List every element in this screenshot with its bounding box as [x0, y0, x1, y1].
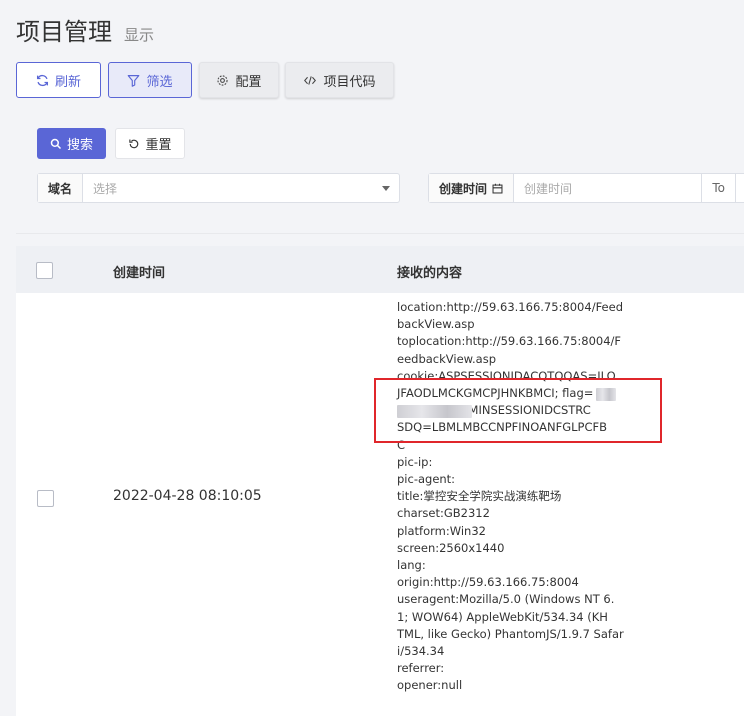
page-subtitle: 显示	[124, 26, 155, 44]
code-icon	[304, 75, 317, 85]
reset-button[interactable]: 重置	[115, 128, 185, 159]
content-line: backView.asp	[397, 317, 475, 332]
content-line: title:掌控安全学院实战演练靶场	[397, 489, 562, 504]
search-label: 搜索	[66, 138, 93, 153]
project-code-label: 项目代码	[323, 74, 376, 90]
caret-down-icon	[382, 186, 390, 191]
calendar-icon	[492, 183, 503, 193]
undo-icon	[129, 139, 139, 148]
content-line: screen:2560x1440	[397, 540, 505, 555]
created-time-label: 创建时间	[429, 174, 515, 202]
domain-select[interactable]: 域名 选择	[37, 173, 400, 203]
search-button[interactable]: 搜索	[37, 128, 106, 159]
content-line: eedbackView.asp	[397, 351, 497, 366]
content-line: TML, like Gecko) PhantomJS/1.9.7 Safar	[397, 626, 624, 641]
column-header-created: 创建时间	[113, 266, 166, 281]
content-line: i/534.34	[397, 644, 445, 659]
content-line: charset:GB2312	[397, 506, 490, 521]
domain-label: 域名	[38, 174, 84, 202]
content-line: toplocation:http://59.63.166.75:8004/F	[397, 334, 622, 349]
content-line: location:http://59.63.166.75:8004/Feed	[397, 300, 624, 314]
refresh-icon	[36, 74, 49, 86]
filter-icon	[128, 74, 140, 87]
filter-button[interactable]: 筛选	[108, 62, 192, 98]
content-line: origin:http://59.63.166.75:8004	[397, 575, 579, 590]
content-line: referrer:	[397, 661, 445, 676]
row-checkbox[interactable]	[37, 490, 54, 507]
content-line: opener:null	[397, 678, 463, 693]
panel-divider	[16, 233, 744, 234]
column-header-content: 接收的内容	[397, 266, 463, 281]
refresh-label: 刷新	[54, 74, 81, 90]
created-time-end-input[interactable]	[735, 174, 744, 202]
created-time-start-input[interactable]: 创建时间	[514, 174, 703, 202]
content-line: lang:	[397, 558, 426, 573]
refresh-button[interactable]: 刷新	[16, 62, 101, 98]
created-time-field: 创建时间 创建时间 To	[428, 173, 744, 203]
search-icon	[50, 138, 62, 149]
content-line: pic-agent:	[397, 472, 456, 487]
content-line: useragent:Mozilla/5.0 (Windows NT 6.	[397, 592, 615, 607]
page-header: 项目管理 显示	[16, 12, 154, 47]
select-all-checkbox[interactable]	[36, 262, 53, 279]
to-label: To	[712, 181, 725, 195]
row-content: location:http://59.63.166.75:8004/Feed b…	[397, 299, 624, 695]
config-label: 配置	[235, 74, 262, 90]
filter-label: 筛选	[146, 74, 173, 90]
table-header: 创建时间 接收的内容	[16, 246, 744, 293]
content-line: pic-ip:	[397, 454, 433, 469]
results-table: 创建时间 接收的内容 2022-04-28 08:10:05 location:…	[16, 246, 744, 716]
domain-placeholder: 选择	[93, 181, 118, 196]
highlight-box	[374, 378, 662, 443]
reset-label: 重置	[145, 138, 172, 153]
gear-icon	[217, 74, 229, 86]
page-title: 项目管理	[16, 18, 112, 46]
content-line: platform:Win32	[397, 523, 486, 538]
project-code-button[interactable]: 项目代码	[285, 62, 394, 98]
config-button[interactable]: 配置	[199, 62, 279, 98]
row-created-time: 2022-04-28 08:10:05	[113, 488, 262, 504]
created-time-label-text: 创建时间	[439, 181, 488, 196]
content-line: 1; WOW64) AppleWebKit/534.34 (KH	[397, 609, 608, 624]
